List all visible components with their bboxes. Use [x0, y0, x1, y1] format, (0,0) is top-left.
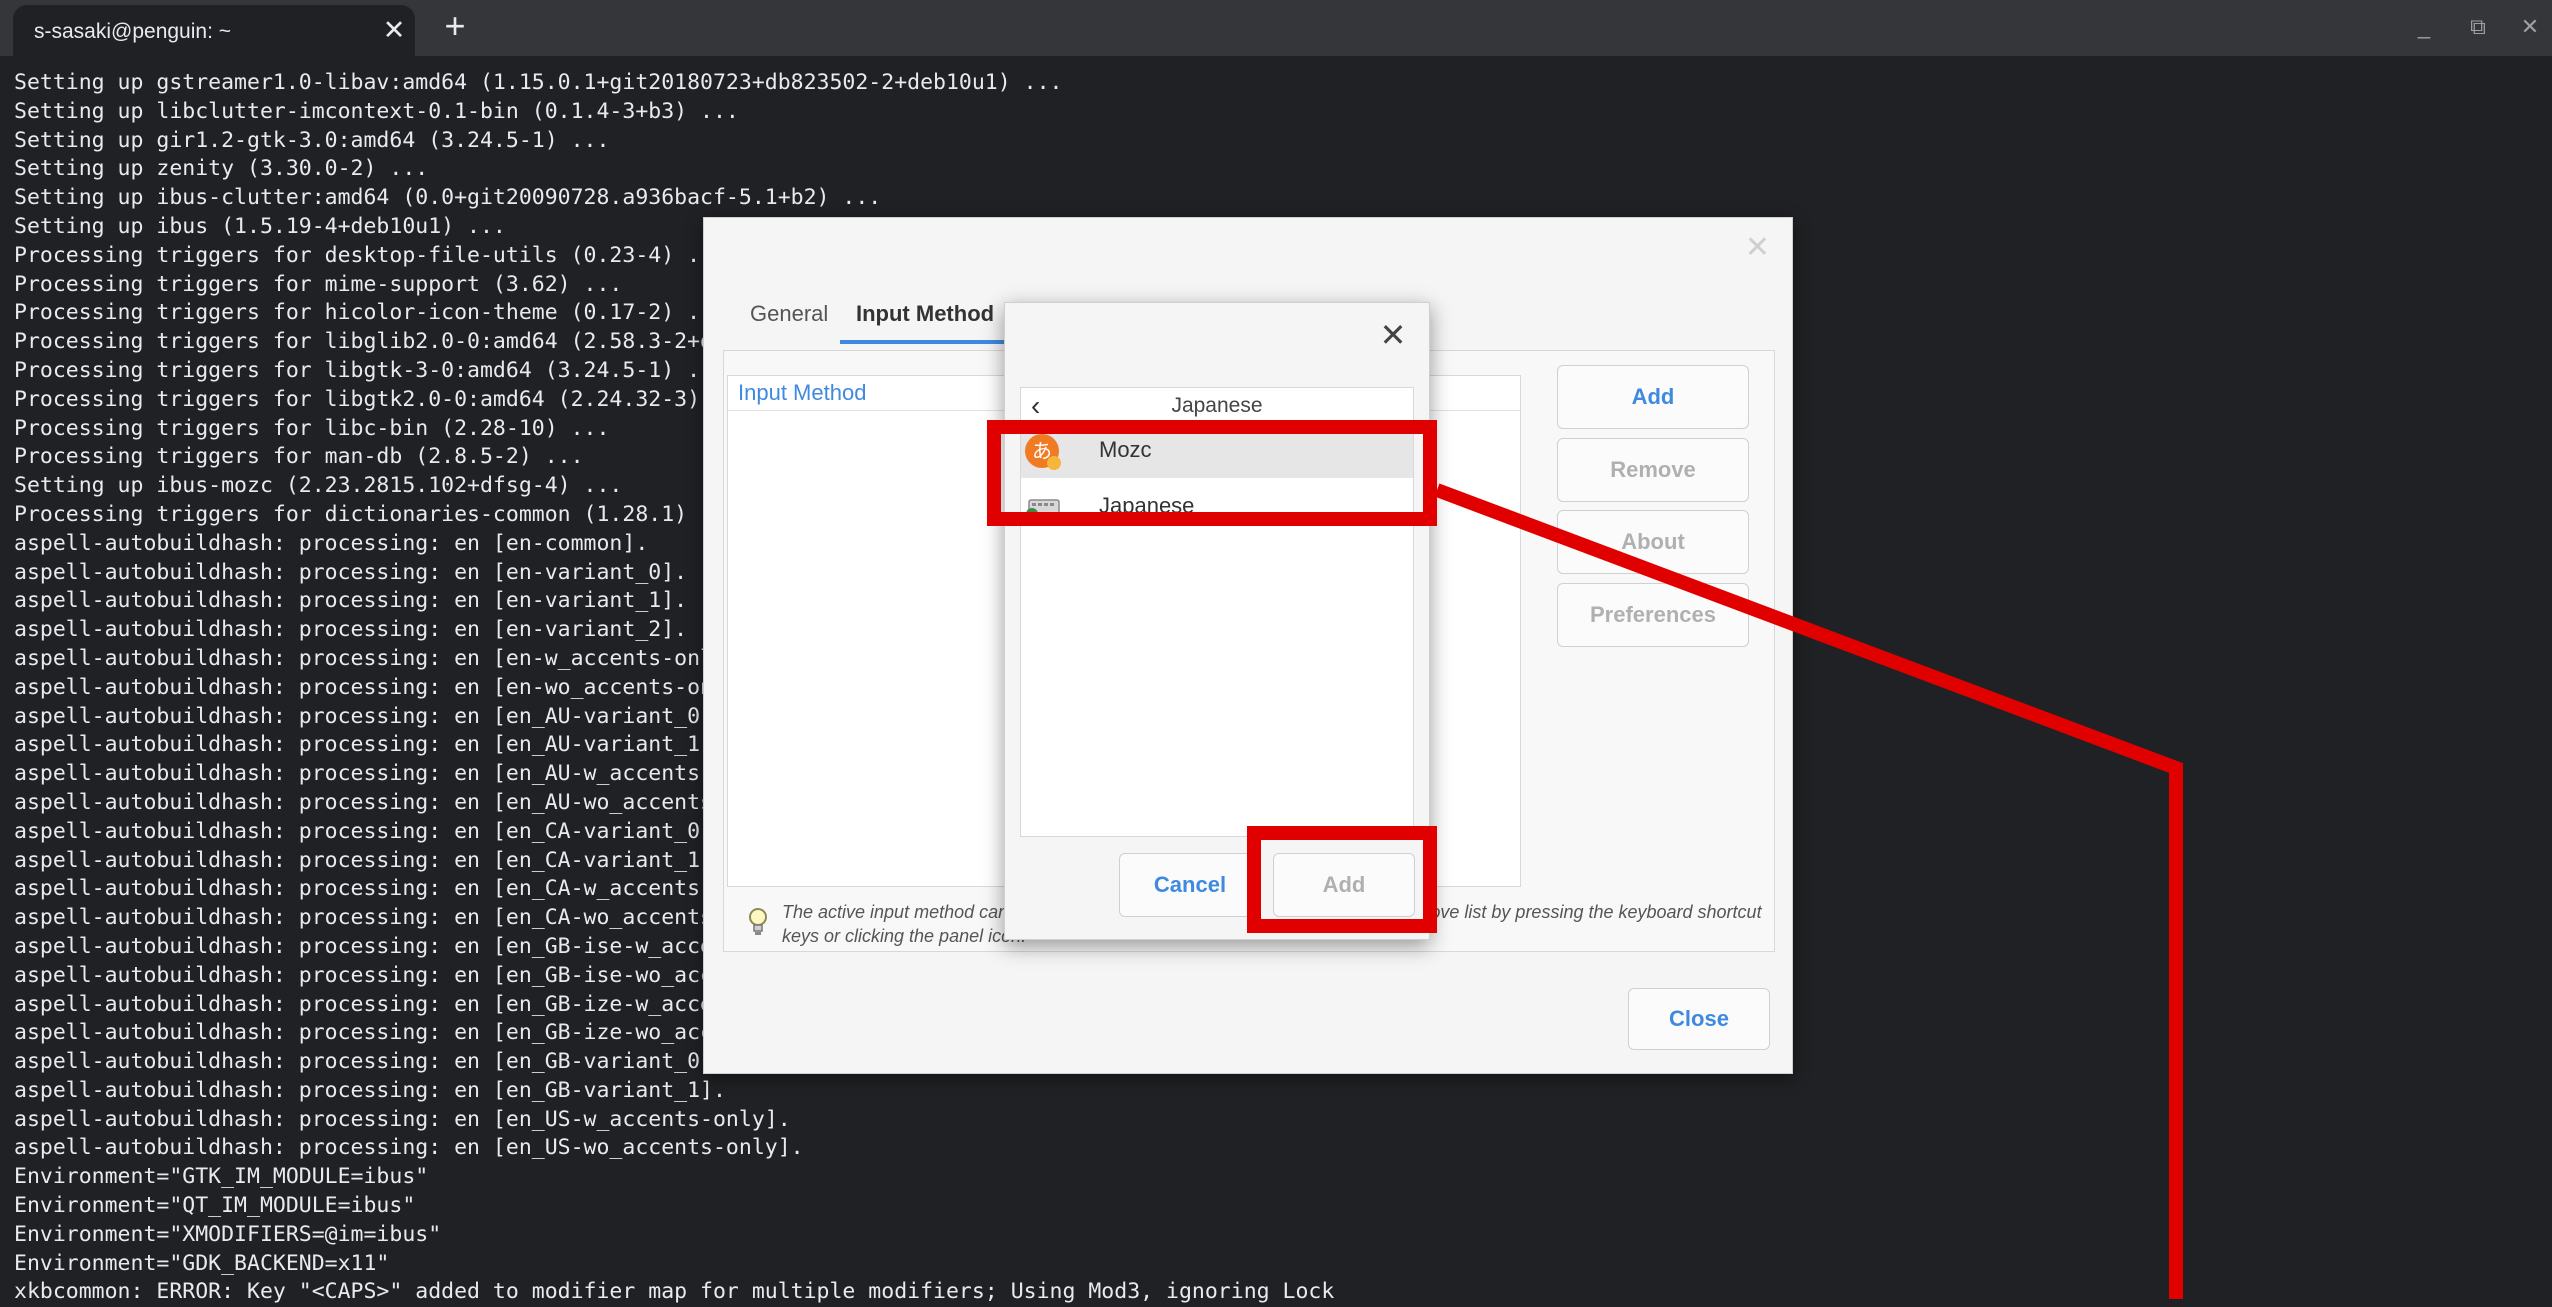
terminal-tab[interactable]: s-sasaki@penguin: ~ ✕ — [13, 5, 415, 56]
restore-icon[interactable]: ⧉ — [2463, 12, 2493, 42]
terminal-line: Environment="XMODIFIERS=@im=ibus" — [14, 1221, 442, 1247]
annotation-box-mozc — [987, 420, 1437, 526]
tab-general[interactable]: General — [750, 301, 828, 327]
tab-title: s-sasaki@penguin: ~ — [34, 20, 232, 43]
tab-input-method[interactable]: Input Method — [856, 301, 994, 327]
browser-tabstrip: s-sasaki@penguin: ~ ✕ + _ ⧉ ✕ — [0, 0, 2552, 56]
close-icon[interactable]: ✕ — [1745, 230, 1770, 265]
terminal-line: Environment="GDK_BACKEND=x11" — [14, 1250, 390, 1276]
terminal-line: xkbcommon: ERROR: Key "<CAPS>" added to … — [14, 1279, 1335, 1305]
about-button[interactable]: About — [1557, 510, 1749, 574]
active-tab-indicator — [840, 340, 1010, 344]
lightbulb-icon — [749, 908, 767, 935]
back-chevron-icon[interactable]: ‹ — [1031, 388, 1040, 424]
terminal-line: Setting up zenity (3.30.0-2) ... — [14, 156, 429, 182]
terminal-line: Setting up ibus-clutter:amd64 (0.0+git20… — [14, 185, 882, 211]
terminal-line: aspell-autobuildhash: processing: en [en… — [14, 1106, 791, 1132]
tab-close-icon[interactable]: ✕ — [379, 15, 409, 45]
new-tab-icon[interactable]: + — [437, 8, 473, 44]
add-button[interactable]: Add — [1557, 365, 1749, 429]
terminal-line: Setting up libclutter-imcontext-0.1-bin … — [14, 98, 739, 124]
close-icon[interactable]: ✕ — [1375, 317, 1411, 353]
language-header[interactable]: Japanese ‹ — [1021, 388, 1413, 424]
preferences-button[interactable]: Preferences — [1557, 583, 1749, 647]
terminal-line: Environment="GTK_IM_MODULE=ibus" — [14, 1164, 429, 1190]
terminal-line: aspell-autobuildhash: processing: en [en… — [14, 1135, 804, 1161]
cancel-button[interactable]: Cancel — [1119, 853, 1261, 917]
terminal-line: Environment="QT_IM_MODULE=ibus" — [14, 1193, 416, 1219]
terminal-line: aspell-autobuildhash: processing: en [en… — [14, 1077, 726, 1103]
annotation-box-add — [1247, 826, 1437, 933]
language-title: Japanese — [1171, 394, 1263, 417]
window-close-icon[interactable]: ✕ — [2515, 12, 2545, 42]
remove-button[interactable]: Remove — [1557, 438, 1749, 502]
terminal-line: Setting up gstreamer1.0-libav:amd64 (1.1… — [14, 70, 1063, 95]
minimize-icon[interactable]: _ — [2409, 12, 2439, 42]
close-button[interactable]: Close — [1628, 988, 1770, 1050]
terminal-line: Setting up gir1.2-gtk-3.0:amd64 (3.24.5-… — [14, 127, 610, 153]
